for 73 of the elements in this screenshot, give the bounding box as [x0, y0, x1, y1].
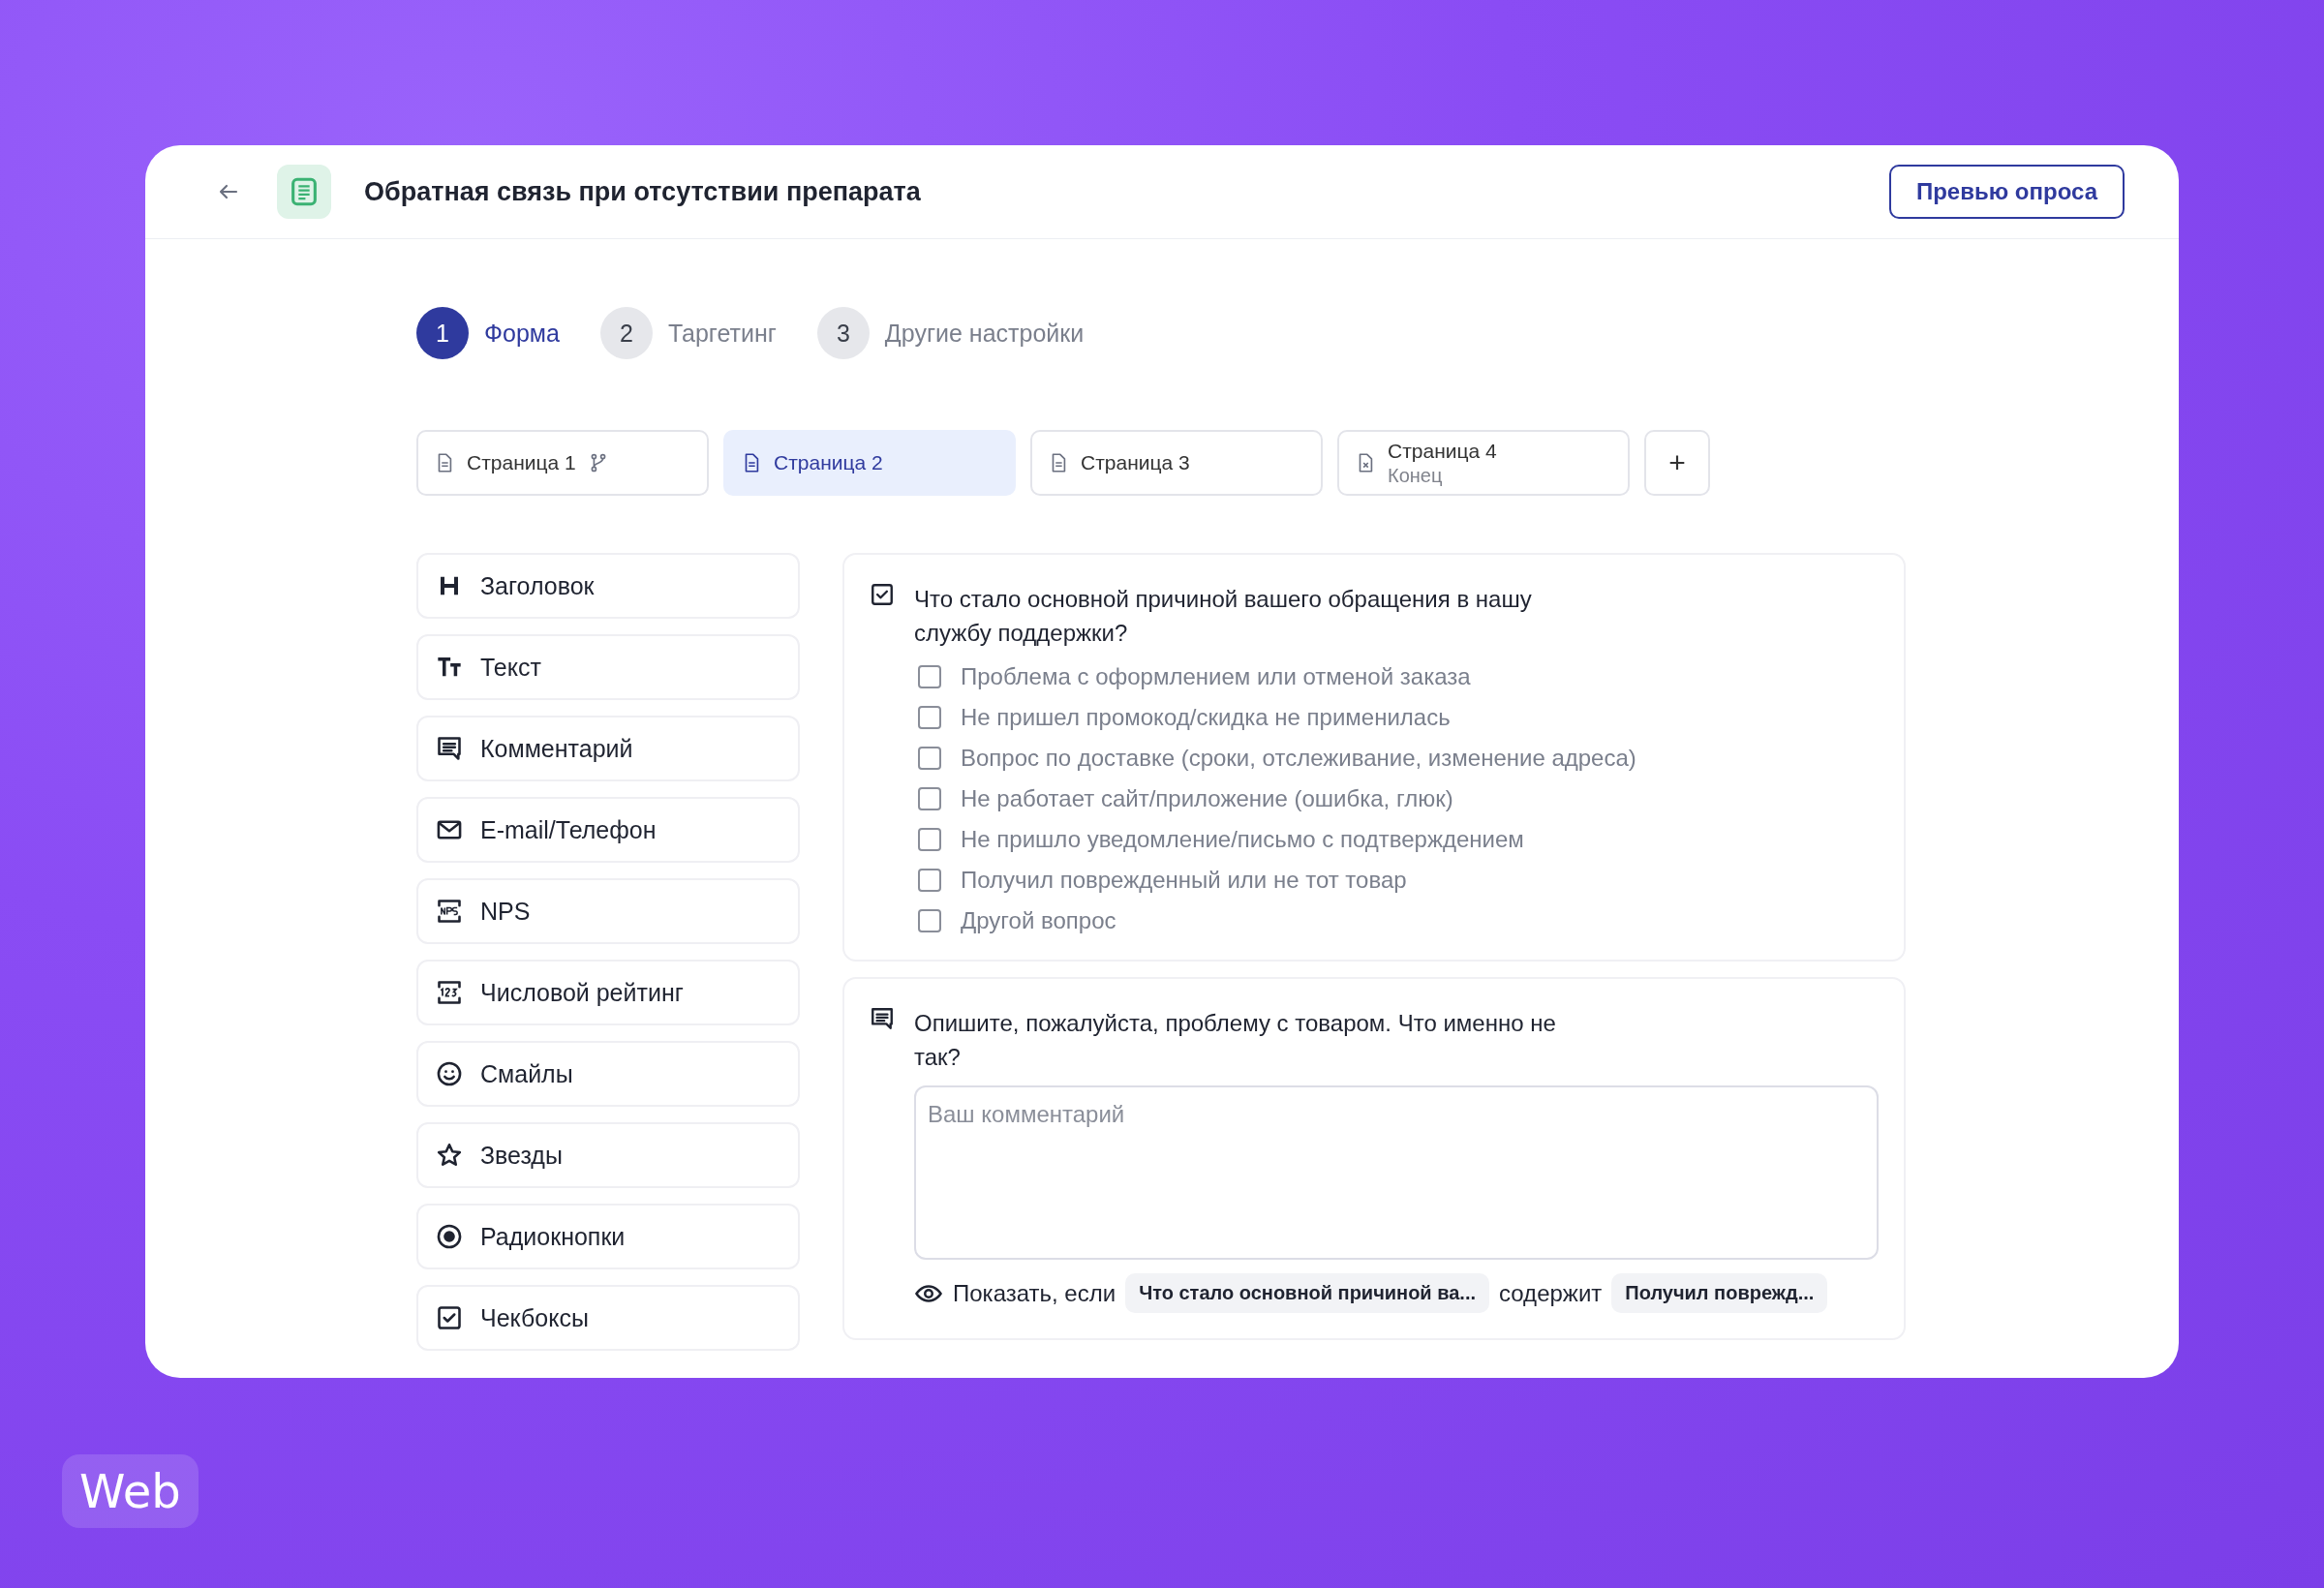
- smiley-icon: [436, 1060, 463, 1087]
- field-type-label: Радиокнопки: [480, 1222, 626, 1251]
- comment-icon: [436, 735, 463, 762]
- field-type-label: Комментарий: [480, 734, 633, 763]
- option-label: Не работает сайт/приложение (ошибка, глюк): [961, 785, 1453, 812]
- checkbox-icon: [870, 582, 895, 607]
- field-type-item[interactable]: Радиокнопки: [416, 1204, 800, 1269]
- field-type-label: Звезды: [480, 1141, 563, 1170]
- page-title: Страница 2: [774, 451, 883, 474]
- page-tab[interactable]: Страница 2: [723, 430, 1016, 496]
- field-type-label: Текст: [480, 653, 541, 682]
- field-type-item[interactable]: Смайлы: [416, 1041, 800, 1107]
- field-type-item[interactable]: Числовой рейтинг: [416, 960, 800, 1025]
- question-text: Что стало основной причиной вашего обращения в нашу службу поддержки?: [914, 585, 1533, 648]
- page-title: Страница 3: [1081, 451, 1190, 474]
- option-label: Не пришел промокод/скидка не применилась: [961, 704, 1451, 731]
- field-type-label: E-mail/Телефон: [480, 815, 657, 844]
- wizard-step[interactable]: 2 Таргетинг: [599, 307, 777, 359]
- page-tab[interactable]: Страница 4 Конец: [1337, 430, 1630, 496]
- option-checkbox[interactable]: [918, 706, 941, 729]
- platform-badge: Web: [62, 1454, 199, 1528]
- step-number: 3: [816, 307, 870, 359]
- condition-operator: содержит: [1499, 1279, 1603, 1307]
- question-text: Опишите, пожалуйста, проблему с товаром. Что именно не так?: [914, 1009, 1557, 1072]
- field-type-label: Смайлы: [480, 1059, 573, 1088]
- number-rating-icon: [436, 979, 463, 1006]
- page-subtitle: Конец: [1388, 464, 1444, 487]
- field-type-item[interactable]: E-mail/Телефон: [416, 797, 800, 863]
- field-type-item[interactable]: Звезды: [416, 1122, 800, 1188]
- field-type-label: Числовой рейтинг: [480, 978, 684, 1007]
- field-type-item[interactable]: Текст: [416, 634, 800, 700]
- step-label: Форма: [484, 319, 560, 348]
- step-label: Другие настройки: [884, 319, 1085, 348]
- comment-icon: [870, 1006, 895, 1031]
- survey-logo-icon: [277, 165, 331, 219]
- checkbox-icon: [436, 1304, 463, 1331]
- survey-title: Обратная связь при отсутствии препарата: [364, 176, 922, 207]
- radio-icon: [436, 1223, 463, 1250]
- nps-icon: [436, 898, 463, 925]
- field-type-item[interactable]: Чекбоксы: [416, 1285, 800, 1351]
- option-label: Проблема с оформлением или отменой заказа: [961, 663, 1471, 690]
- page-tab[interactable]: Страница 3: [1030, 430, 1323, 496]
- condition-label: Показать, если: [953, 1279, 1116, 1307]
- field-type-item[interactable]: Комментарий: [416, 716, 800, 781]
- star-icon: [436, 1142, 463, 1169]
- condition-value-chip[interactable]: Получил поврежд...: [1611, 1273, 1828, 1313]
- option-checkbox[interactable]: [918, 869, 941, 892]
- field-type-item[interactable]: NPS: [416, 878, 800, 944]
- option-label: Другой вопрос: [961, 907, 1116, 934]
- preview-button[interactable]: Превью опроса: [1888, 165, 2125, 219]
- page-title: Страница 1: [467, 451, 576, 474]
- step-number: 2: [599, 307, 653, 359]
- option-label: Не пришло уведомление/письмо с подтверждением: [961, 826, 1524, 853]
- comment-field[interactable]: Ваш комментарий: [914, 1085, 1879, 1260]
- page-title: Страница 4: [1388, 439, 1497, 463]
- option-label: Получил поврежденный или не тот товар: [961, 867, 1407, 894]
- field-type-label: NPS: [480, 897, 531, 926]
- option-checkbox[interactable]: [918, 828, 941, 851]
- option-checkbox[interactable]: [918, 909, 941, 932]
- add-page-button[interactable]: +: [1644, 430, 1710, 496]
- option-checkbox[interactable]: [918, 665, 941, 688]
- page-tab[interactable]: Страница 1: [416, 430, 709, 496]
- condition-question-chip[interactable]: Что стало основной причиной ва...: [1125, 1273, 1490, 1313]
- option-checkbox[interactable]: [918, 787, 941, 810]
- option-label: Вопрос по доставке (сроки, отслеживание, изменение адреса): [961, 745, 1636, 772]
- field-type-label: Заголовок: [480, 571, 595, 600]
- field-type-label: Чекбоксы: [480, 1303, 589, 1332]
- wizard-step[interactable]: 1 Форма: [416, 307, 560, 359]
- wizard-step[interactable]: 3 Другие настройки: [816, 307, 1085, 359]
- field-type-item[interactable]: Заголовок: [416, 553, 800, 619]
- step-label: Таргетинг: [667, 319, 777, 348]
- option-checkbox[interactable]: [918, 747, 941, 770]
- step-number: 1: [416, 307, 469, 359]
